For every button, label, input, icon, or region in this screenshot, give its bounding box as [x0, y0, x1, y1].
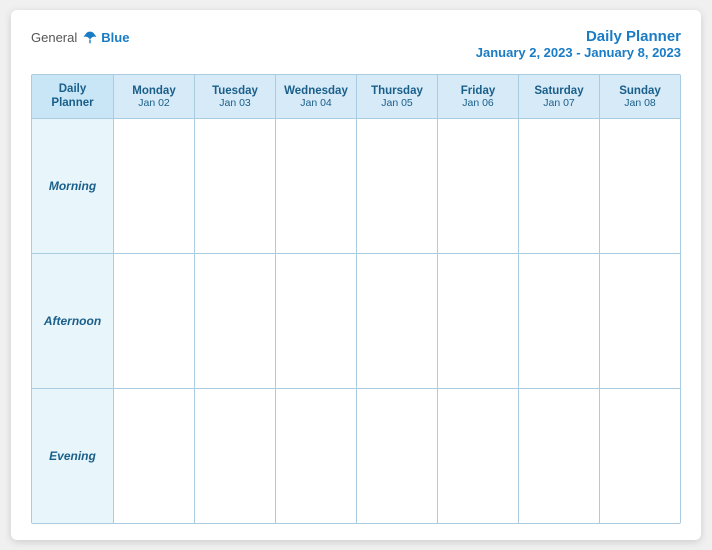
- afternoon-friday[interactable]: [438, 254, 519, 388]
- calendar-body: Morning Afternoon Evening: [32, 119, 680, 523]
- evening-tuesday[interactable]: [195, 389, 276, 523]
- planner-title: Daily Planner: [476, 28, 681, 45]
- evening-monday[interactable]: [114, 389, 195, 523]
- header-date-monday: Jan 02: [138, 97, 170, 109]
- morning-friday[interactable]: [438, 119, 519, 253]
- afternoon-thursday[interactable]: [357, 254, 438, 388]
- logo-area: General Blue: [31, 28, 129, 46]
- morning-wednesday[interactable]: [276, 119, 357, 253]
- header-day-thursday: Thursday: [371, 85, 423, 97]
- afternoon-row: Afternoon: [32, 254, 680, 389]
- header-date-tuesday: Jan 03: [219, 97, 251, 109]
- morning-tuesday[interactable]: [195, 119, 276, 253]
- header-date-sunday: Jan 08: [624, 97, 656, 109]
- afternoon-wednesday[interactable]: [276, 254, 357, 388]
- header-date-thursday: Jan 05: [381, 97, 413, 109]
- title-area: Daily Planner January 2, 2023 - January …: [476, 28, 681, 60]
- morning-row: Morning: [32, 119, 680, 254]
- logo-blue-text: Blue: [101, 30, 129, 45]
- afternoon-label: Afternoon: [32, 254, 114, 388]
- header-day-saturday: Saturday: [534, 85, 583, 97]
- calendar-header-row: DailyPlanner Monday Jan 02 Tuesday Jan 0…: [32, 75, 680, 119]
- header-date-friday: Jan 06: [462, 97, 494, 109]
- planner-page: General Blue Daily Planner January 2, 20…: [11, 10, 701, 540]
- afternoon-saturday[interactable]: [519, 254, 600, 388]
- evening-sunday[interactable]: [600, 389, 680, 523]
- morning-monday[interactable]: [114, 119, 195, 253]
- logo-general-text: General: [31, 30, 77, 45]
- header-date-wednesday: Jan 04: [300, 97, 332, 109]
- header-day-tuesday: Tuesday: [212, 85, 258, 97]
- header-day-monday: Monday: [132, 85, 175, 97]
- evening-row: Evening: [32, 389, 680, 523]
- header-daily-planner: DailyPlanner: [51, 83, 93, 111]
- afternoon-monday[interactable]: [114, 254, 195, 388]
- evening-wednesday[interactable]: [276, 389, 357, 523]
- evening-label: Evening: [32, 389, 114, 523]
- header: General Blue Daily Planner January 2, 20…: [31, 28, 681, 60]
- header-cell-label: DailyPlanner: [32, 75, 114, 118]
- calendar-table: DailyPlanner Monday Jan 02 Tuesday Jan 0…: [31, 74, 681, 524]
- evening-saturday[interactable]: [519, 389, 600, 523]
- header-cell-thursday: Thursday Jan 05: [357, 75, 438, 118]
- header-date-saturday: Jan 07: [543, 97, 575, 109]
- logo: General Blue: [31, 28, 129, 46]
- header-cell-saturday: Saturday Jan 07: [519, 75, 600, 118]
- header-cell-monday: Monday Jan 02: [114, 75, 195, 118]
- afternoon-sunday[interactable]: [600, 254, 680, 388]
- header-day-wednesday: Wednesday: [284, 85, 348, 97]
- evening-thursday[interactable]: [357, 389, 438, 523]
- logo-bird-icon: [81, 28, 99, 46]
- header-day-sunday: Sunday: [619, 85, 661, 97]
- header-cell-sunday: Sunday Jan 08: [600, 75, 680, 118]
- header-day-friday: Friday: [461, 85, 496, 97]
- header-cell-friday: Friday Jan 06: [438, 75, 519, 118]
- afternoon-tuesday[interactable]: [195, 254, 276, 388]
- morning-saturday[interactable]: [519, 119, 600, 253]
- morning-label: Morning: [32, 119, 114, 253]
- morning-sunday[interactable]: [600, 119, 680, 253]
- planner-subtitle: January 2, 2023 - January 8, 2023: [476, 45, 681, 60]
- header-cell-wednesday: Wednesday Jan 04: [276, 75, 357, 118]
- evening-friday[interactable]: [438, 389, 519, 523]
- header-cell-tuesday: Tuesday Jan 03: [195, 75, 276, 118]
- morning-thursday[interactable]: [357, 119, 438, 253]
